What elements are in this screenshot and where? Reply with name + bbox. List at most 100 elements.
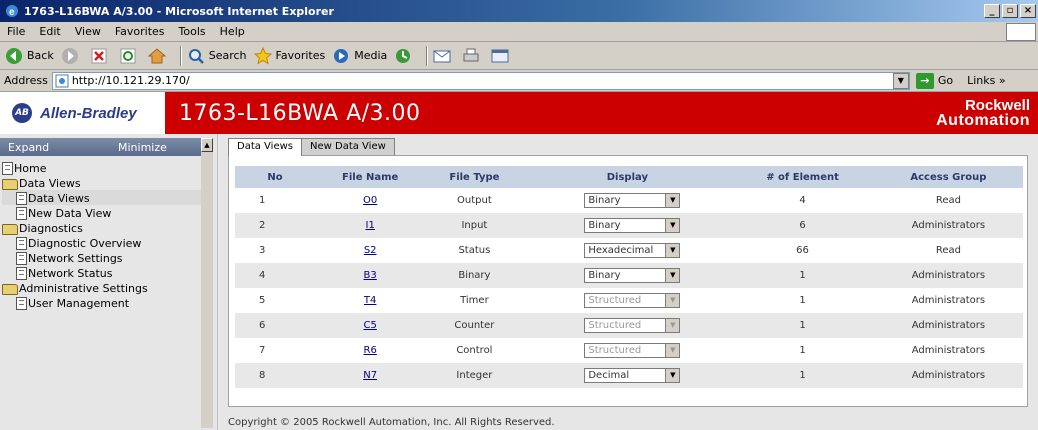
- media-label: Media: [354, 49, 388, 62]
- cell-display: Binary ▼: [523, 263, 732, 288]
- go-arrow-icon: →: [915, 72, 934, 89]
- display-select-value: Binary: [588, 270, 621, 281]
- chevron-down-icon: ▼: [665, 319, 680, 332]
- print-icon: [463, 48, 479, 61]
- edit-button[interactable]: [490, 46, 513, 66]
- col-num-elements: # of Element: [731, 166, 874, 188]
- minimize-button[interactable]: _: [984, 4, 1000, 18]
- sidebar-item-label: Home: [14, 162, 47, 175]
- cell-file-type: Input: [425, 213, 524, 238]
- file-link[interactable]: C5: [363, 320, 376, 331]
- data-views-table: No File Name File Type Display # of Elem…: [235, 166, 1023, 388]
- file-link[interactable]: S2: [364, 245, 377, 256]
- file-link[interactable]: I1: [366, 220, 375, 231]
- links-button[interactable]: Links »: [967, 74, 1005, 87]
- display-select[interactable]: Binary ▼: [584, 218, 681, 233]
- sidebar-folder-administrative-settings[interactable]: Administrative Settings: [2, 280, 217, 295]
- cell-access-group: Administrators: [873, 313, 1023, 338]
- file-link[interactable]: B3: [364, 270, 377, 281]
- rockwell-line1: Rockwell: [964, 97, 1030, 114]
- cell-access-group: Read: [873, 188, 1023, 213]
- sidebar-item-diagnostic-overview[interactable]: Diagnostic Overview: [2, 235, 217, 250]
- cell-file-name: B3: [315, 263, 426, 288]
- col-file-name: File Name: [315, 166, 426, 188]
- chevron-down-icon: ▼: [665, 369, 680, 382]
- expand-link[interactable]: Expand: [8, 141, 118, 154]
- toolbar-separator: [426, 45, 429, 66]
- display-select[interactable]: Binary ▼: [584, 193, 681, 208]
- sidebar-item-label: Data Views: [19, 177, 81, 190]
- home-button[interactable]: [147, 46, 170, 66]
- table-row: 2 I1 Input Binary ▼ 6 Administrators: [235, 213, 1023, 238]
- menu-favorites[interactable]: Favorites: [108, 25, 172, 38]
- tab-bar: Data Views New Data View: [228, 138, 395, 156]
- ab-logo-mark: AB: [12, 103, 32, 123]
- refresh-button[interactable]: [118, 46, 141, 66]
- menu-view[interactable]: View: [68, 25, 108, 38]
- history-button[interactable]: [393, 46, 416, 66]
- address-dropdown-icon[interactable]: ▼: [892, 72, 909, 89]
- page-icon: [16, 267, 27, 280]
- ab-brand-name: Allen-Bradley: [40, 104, 137, 122]
- maximize-button[interactable]: ▫: [1002, 4, 1018, 18]
- close-button[interactable]: ×: [1020, 4, 1036, 18]
- allen-bradley-logo: AB Allen-Bradley: [0, 92, 165, 134]
- display-select[interactable]: Decimal ▼: [584, 368, 681, 383]
- tab-new-data-view[interactable]: New Data View: [301, 138, 395, 155]
- sidebar-folder-data-views[interactable]: Data Views: [2, 175, 217, 190]
- stop-button[interactable]: [89, 46, 112, 66]
- file-link[interactable]: R6: [364, 345, 377, 356]
- back-label: Back: [27, 49, 54, 62]
- sidebar-item-data-views[interactable]: Data Views: [2, 190, 202, 205]
- menu-tools[interactable]: Tools: [172, 25, 213, 38]
- favorites-button[interactable]: Favorites: [253, 46, 325, 66]
- folder-open-icon: [2, 224, 18, 235]
- chevron-down-icon: ▼: [665, 219, 680, 232]
- forward-button[interactable]: [60, 46, 83, 66]
- address-input[interactable]: http://10.121.29.170/ ▼: [51, 71, 910, 90]
- menu-file[interactable]: File: [0, 25, 32, 38]
- print-button[interactable]: [461, 46, 484, 66]
- window-titlebar: e 1763-L16BWA A/3.00 - Microsoft Interne…: [0, 0, 1038, 22]
- cell-file-type: Counter: [425, 313, 524, 338]
- sidebar-item-user-management[interactable]: User Management: [2, 295, 217, 310]
- display-select[interactable]: Binary ▼: [584, 268, 681, 283]
- file-link[interactable]: O0: [363, 195, 377, 206]
- cell-file-type: Integer: [425, 363, 524, 388]
- menu-edit[interactable]: Edit: [32, 25, 67, 38]
- sidebar-item-home[interactable]: Home: [2, 160, 217, 175]
- media-button[interactable]: Media: [331, 46, 387, 66]
- sidebar-scrollbar[interactable]: ▲: [201, 138, 213, 428]
- cell-access-group: Administrators: [873, 288, 1023, 313]
- cell-access-group: Administrators: [873, 363, 1023, 388]
- cell-display: Binary ▼: [523, 188, 732, 213]
- minimize-link[interactable]: Minimize: [118, 141, 167, 154]
- search-button[interactable]: Search: [186, 46, 247, 66]
- rockwell-line2: Automation: [936, 112, 1030, 129]
- folder-open-icon: [2, 284, 18, 295]
- cell-file-name: C5: [315, 313, 426, 338]
- back-button[interactable]: Back: [4, 46, 54, 66]
- sidebar-item-network-status[interactable]: Network Status: [2, 265, 217, 280]
- go-button[interactable]: → Go: [915, 72, 953, 89]
- sidebar-folder-diagnostics[interactable]: Diagnostics: [2, 220, 217, 235]
- sidebar-item-network-settings[interactable]: Network Settings: [2, 250, 217, 265]
- cell-access-group: Read: [873, 238, 1023, 263]
- sidebar-item-new-data-view[interactable]: New Data View: [2, 205, 217, 220]
- cell-file-type: Output: [425, 188, 524, 213]
- cell-display: Decimal ▼: [523, 363, 732, 388]
- address-label: Address: [4, 74, 48, 87]
- mail-button[interactable]: [432, 46, 455, 66]
- scroll-up-icon[interactable]: ▲: [201, 138, 213, 152]
- cell-access-group: Administrators: [873, 263, 1023, 288]
- menu-help[interactable]: Help: [213, 25, 252, 38]
- tab-data-views[interactable]: Data Views: [228, 138, 302, 156]
- cell-file-type: Control: [425, 338, 524, 363]
- cell-file-name: O0: [315, 188, 426, 213]
- cell-num-elements: 1: [731, 338, 874, 363]
- file-link[interactable]: T4: [364, 295, 376, 306]
- cell-no: 5: [235, 288, 315, 313]
- display-select[interactable]: Hexadecimal ▼: [584, 243, 681, 258]
- table-row: 3 S2 Status Hexadecimal ▼ 66 Read: [235, 238, 1023, 263]
- file-link[interactable]: N7: [363, 370, 377, 381]
